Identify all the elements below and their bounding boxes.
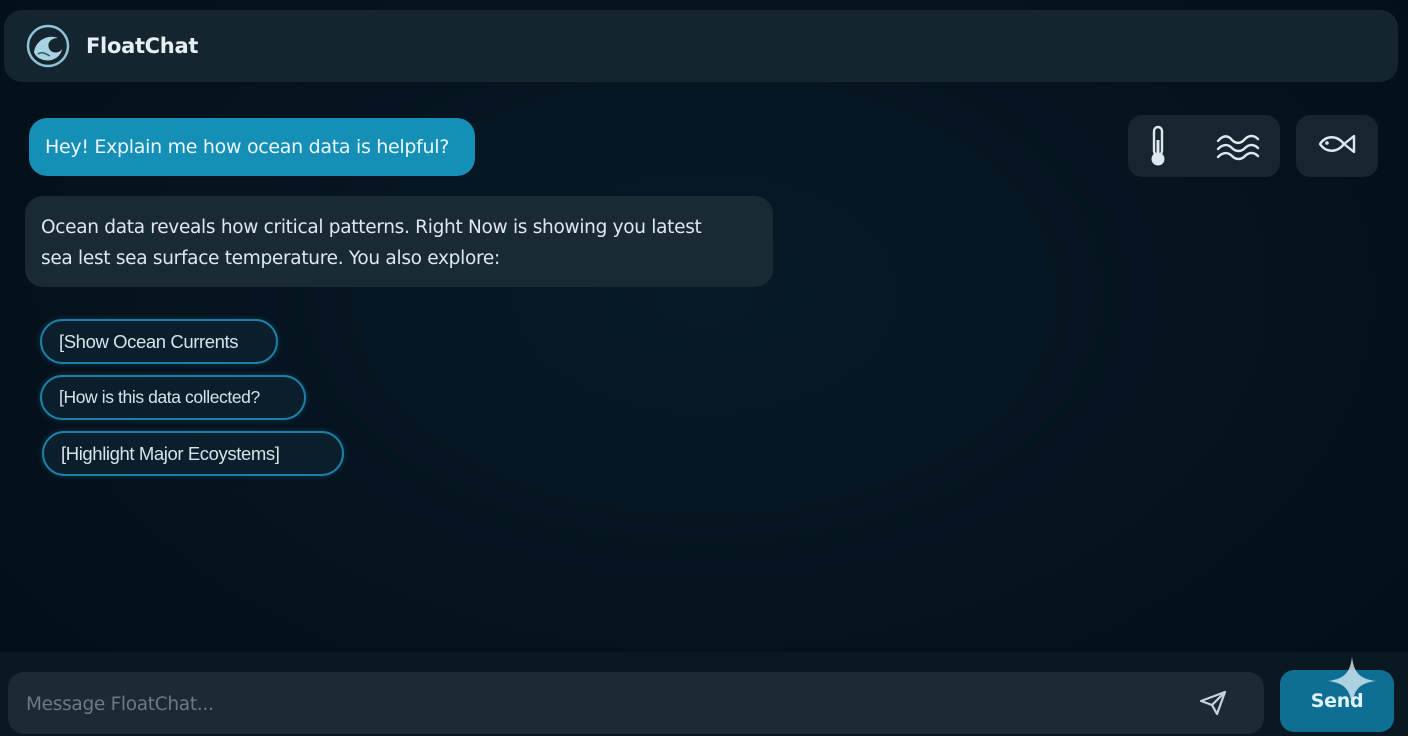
suggestion-highlight-ecosystems[interactable]: [Highlight Major Ecoystems]	[42, 431, 344, 476]
suggestion-show-ocean-currents[interactable]: [Show Ocean Currents	[40, 319, 278, 364]
bot-message-bubble: Ocean data reveals how critical patterns…	[25, 196, 773, 287]
app-header: FloatChat	[4, 10, 1398, 82]
app-window: FloatChat Hey! Explain me how ocean data…	[0, 0, 1408, 736]
user-message-bubble: Hey! Explain me how ocean data is helpfu…	[29, 118, 475, 176]
send-button[interactable]: Send	[1280, 670, 1394, 732]
suggestion-how-data-collected[interactable]: [How is this data collected?	[40, 375, 306, 420]
data-layer-toolbar	[1128, 115, 1280, 177]
fish-icon	[1317, 131, 1357, 161]
app-title: FloatChat	[86, 34, 199, 58]
fish-button[interactable]	[1296, 115, 1378, 177]
waves-icon[interactable]	[1212, 127, 1264, 165]
wave-logo-icon	[26, 24, 70, 68]
composer-input-container	[8, 672, 1264, 736]
thermometer-icon[interactable]	[1142, 123, 1174, 169]
paper-plane-icon[interactable]	[1196, 687, 1230, 719]
message-input[interactable]	[24, 672, 1188, 736]
